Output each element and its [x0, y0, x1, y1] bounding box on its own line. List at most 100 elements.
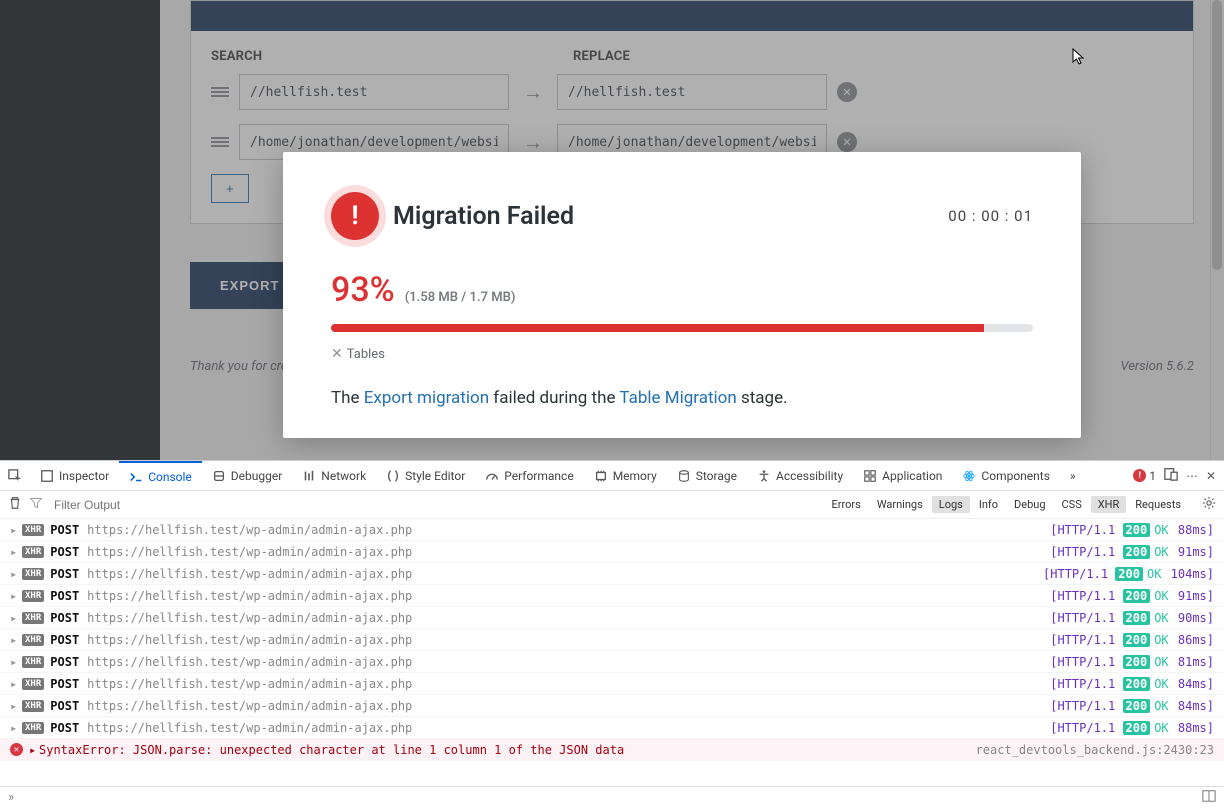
console-xhr-row[interactable]: ▸XHRPOSThttps://hellfish.test/wp-admin/a… — [0, 717, 1224, 739]
more-tabs-button[interactable]: » — [1064, 469, 1082, 483]
stage-indicator: ✕ Tables — [331, 346, 1033, 362]
error-count-badge[interactable]: !1 — [1133, 469, 1156, 483]
console-settings-icon[interactable] — [1202, 496, 1216, 514]
tab-style-editor[interactable]: Style Editor — [376, 461, 475, 490]
stage-label: Tables — [347, 347, 385, 362]
filter-chip-logs[interactable]: Logs — [932, 496, 970, 513]
error-icon: ✕ — [10, 743, 23, 756]
filter-chip-debug[interactable]: Debug — [1007, 496, 1052, 513]
xhr-badge: XHR — [22, 700, 44, 712]
responsive-mode-icon[interactable] — [1164, 467, 1178, 484]
expand-caret-icon[interactable]: ▸ — [10, 699, 20, 713]
tab-inspector[interactable]: Inspector — [30, 461, 119, 490]
tab-storage[interactable]: Storage — [667, 461, 747, 490]
split-console-icon[interactable] — [1202, 789, 1216, 807]
filter-output-input[interactable] — [50, 496, 250, 514]
http-method: POST — [50, 545, 79, 559]
request-url: https://hellfish.test/wp-admin/admin-aja… — [87, 721, 412, 735]
response-summary: [HTTP/1.1 200OK 86ms] — [1050, 633, 1214, 647]
migration-failed-modal: ! Migration Failed 00 : 00 : 01 93% (1.5… — [283, 152, 1081, 438]
tab-network[interactable]: Network — [292, 461, 376, 490]
console-xhr-row[interactable]: ▸XHR POST https://hellfish.test/wp-admin/a… — [0, 585, 1224, 607]
request-url: https://hellfish.test/wp-admin/admin-aja… — [87, 589, 412, 603]
console-xhr-row[interactable]: ▸XHR POST https://hellfish.test/wp-admin/a… — [0, 695, 1224, 717]
http-method: POST — [50, 589, 79, 603]
tab-performance[interactable]: Performance — [475, 461, 583, 490]
http-method: POST — [50, 567, 79, 581]
tab-console[interactable]: Console — [119, 461, 202, 490]
pick-element-button[interactable] — [0, 461, 30, 490]
console-xhr-row[interactable]: ▸XHRPOSThttps://hellfish.test/wp-admin/a… — [0, 541, 1224, 563]
response-summary: [HTTP/1.1 200OK 88ms] — [1050, 721, 1214, 735]
http-method: POST — [50, 633, 79, 647]
console-xhr-row[interactable]: ▸XHR POST https://hellfish.test/wp-admin/a… — [0, 607, 1224, 629]
console-prompt-icon[interactable]: » — [8, 790, 14, 805]
funnel-icon — [30, 497, 42, 513]
xhr-badge: XHR — [22, 568, 44, 580]
console-xhr-row[interactable]: ▸XHRPOSThttps://hellfish.test/wp-admin/a… — [0, 673, 1224, 695]
expand-caret-icon[interactable]: ▸ — [10, 655, 20, 669]
http-method: POST — [50, 699, 79, 713]
xhr-badge: XHR — [22, 678, 44, 690]
error-source[interactable]: react_devtools_backend.js:2430:23 — [976, 743, 1214, 757]
expand-caret-icon[interactable]: ▸ — [10, 677, 20, 691]
console-xhr-row[interactable]: ▸XHRPOSThttps://hellfish.test/wp-admin/a… — [0, 519, 1224, 541]
error-icon: ! — [331, 192, 379, 240]
progress-bar-fill — [331, 324, 984, 332]
devtools-statusbar: » — [0, 786, 1224, 808]
http-method: POST — [50, 523, 79, 537]
console-error-row[interactable]: ✕▸SyntaxError: JSON.parse: unexpected ch… — [0, 739, 1224, 761]
filter-chip-warnings[interactable]: Warnings — [870, 496, 930, 513]
expand-caret-icon[interactable]: ▸ — [10, 721, 20, 735]
response-summary: [HTTP/1.1 200OK 91ms] — [1050, 545, 1214, 559]
expand-caret-icon[interactable]: ▸ — [10, 633, 20, 647]
export-migration-link[interactable]: Export migration — [364, 388, 489, 408]
tab-accessibility[interactable]: Accessibility — [747, 461, 853, 490]
xhr-badge: XHR — [22, 590, 44, 602]
console-xhr-row[interactable]: ▸XHR POST https://hellfish.test/wp-admin/a… — [0, 629, 1224, 651]
http-method: POST — [50, 677, 79, 691]
console-xhr-row[interactable]: ▸XHRPOSThttps://hellfish.test/wp-admin/a… — [0, 651, 1224, 673]
filter-chip-xhr[interactable]: XHR — [1091, 496, 1127, 513]
request-url: https://hellfish.test/wp-admin/admin-aja… — [87, 567, 412, 581]
response-summary: [HTTP/1.1 200OK 81ms] — [1050, 655, 1214, 669]
filter-chip-errors[interactable]: Errors — [825, 496, 868, 513]
filter-chip-requests[interactable]: Requests — [1128, 496, 1188, 513]
devtools-panel: InspectorConsoleDebuggerNetworkStyle Edi… — [0, 460, 1224, 808]
xhr-badge: XHR — [22, 524, 44, 536]
xhr-badge: XHR — [22, 656, 44, 668]
table-migration-link[interactable]: Table Migration — [619, 388, 736, 408]
filter-chip-css[interactable]: CSS — [1055, 496, 1089, 513]
xhr-badge: XHR — [22, 612, 44, 624]
close-icon: ✕ — [331, 346, 343, 362]
expand-caret-icon[interactable]: ▸ — [29, 743, 39, 757]
request-url: https://hellfish.test/wp-admin/admin-aja… — [87, 611, 412, 625]
tab-debugger[interactable]: Debugger — [202, 461, 293, 490]
expand-caret-icon[interactable]: ▸ — [10, 589, 20, 603]
filter-chip-info[interactable]: Info — [972, 496, 1005, 513]
console-xhr-row[interactable]: ▸XHR POST https://hellfish.test/wp-admin/a… — [0, 563, 1224, 585]
response-summary: [HTTP/1.1 200OK 88ms] — [1050, 523, 1214, 537]
tab-memory[interactable]: Memory — [584, 461, 667, 490]
progress-bytes: (1.58 MB / 1.7 MB) — [405, 290, 516, 305]
failure-message: The Export migration failed during the T… — [331, 388, 1033, 408]
close-devtools-icon[interactable]: ✕ — [1206, 469, 1216, 483]
expand-caret-icon[interactable]: ▸ — [10, 611, 20, 625]
http-method: POST — [50, 611, 79, 625]
kebab-menu-icon[interactable]: ⋯ — [1186, 469, 1198, 483]
expand-caret-icon[interactable]: ▸ — [10, 545, 20, 559]
request-url: https://hellfish.test/wp-admin/admin-aja… — [87, 699, 412, 713]
request-url: https://hellfish.test/wp-admin/admin-aja… — [87, 633, 412, 647]
expand-caret-icon[interactable]: ▸ — [10, 567, 20, 581]
response-summary: [HTTP/1.1 200OK 91ms] — [1050, 589, 1214, 603]
tab-components[interactable]: Components — [952, 461, 1060, 490]
tab-application[interactable]: Application — [853, 461, 952, 490]
progress-bar — [331, 324, 1033, 332]
http-method: POST — [50, 721, 79, 735]
response-summary: [HTTP/1.1 200OK 90ms] — [1050, 611, 1214, 625]
response-summary: [HTTP/1.1 200OK 84ms] — [1050, 699, 1214, 713]
clear-console-icon[interactable] — [8, 496, 22, 514]
xhr-badge: XHR — [22, 634, 44, 646]
expand-caret-icon[interactable]: ▸ — [10, 523, 20, 537]
elapsed-timer: 00 : 00 : 01 — [948, 207, 1033, 225]
